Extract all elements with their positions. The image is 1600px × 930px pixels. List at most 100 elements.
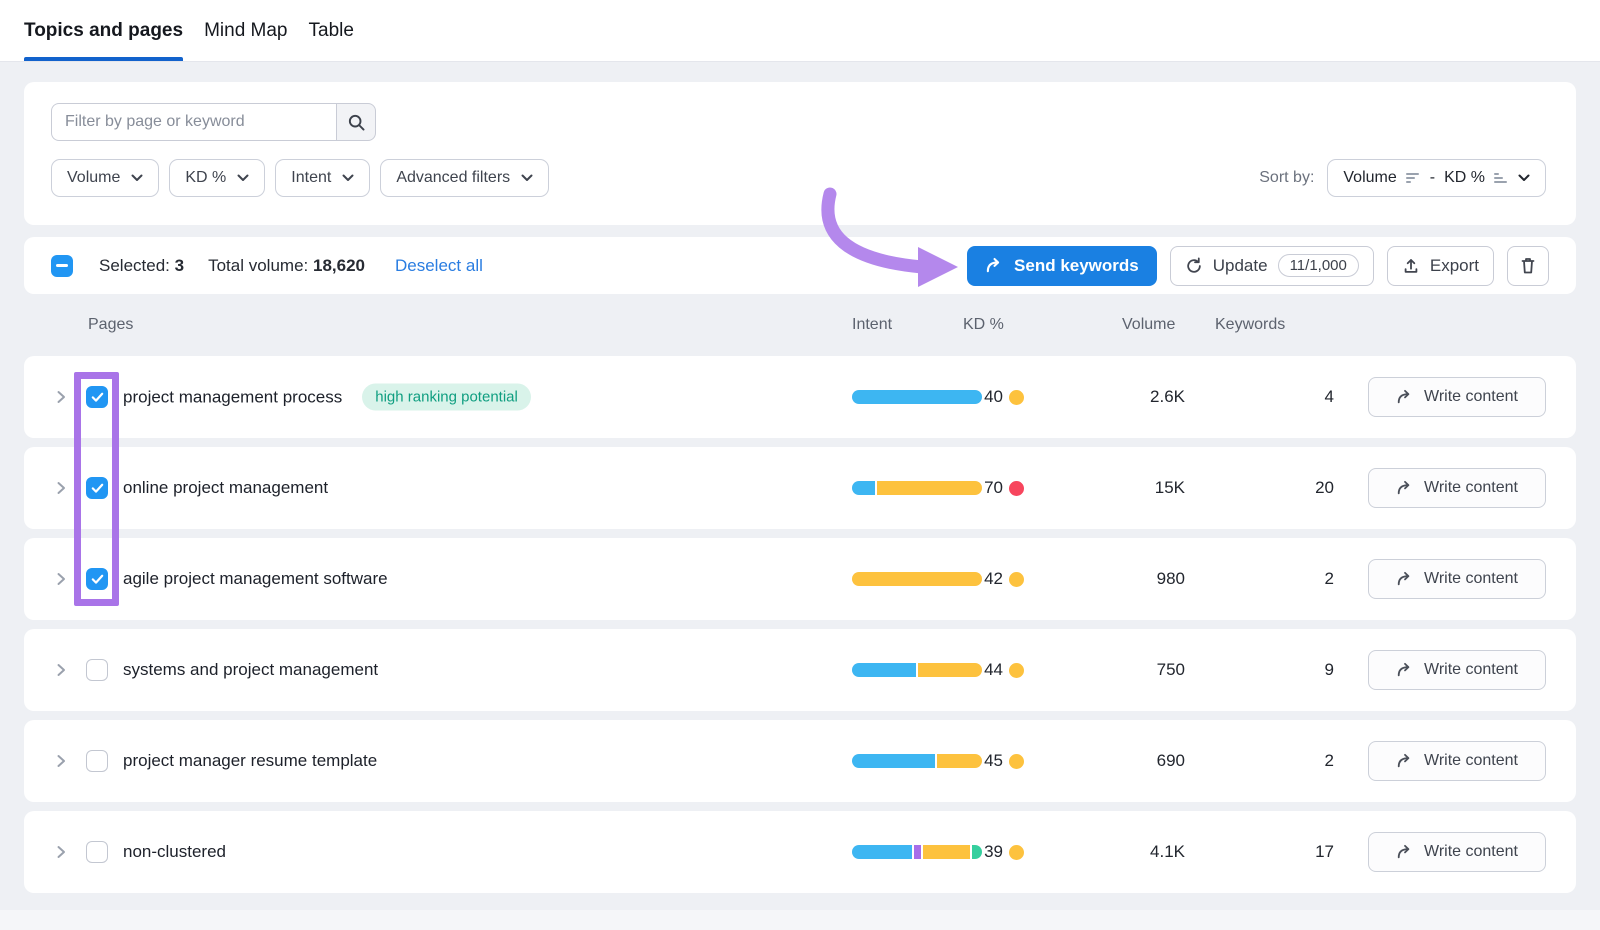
kd-cell: 40 <box>944 387 1024 407</box>
kd-cell: 45 <box>944 751 1024 771</box>
keywords-count: 20 <box>1234 478 1334 498</box>
write-content-button[interactable]: Write content <box>1368 468 1546 508</box>
export-label: Export <box>1430 256 1479 276</box>
intent-segment <box>852 481 875 495</box>
search-group <box>51 103 376 141</box>
kd-value: 40 <box>984 387 1003 407</box>
sort-primary-value: Volume <box>1343 169 1396 187</box>
write-content-button[interactable]: Write content <box>1368 650 1546 690</box>
selected-count: 3 <box>175 256 184 275</box>
selected-label: Selected: <box>99 256 170 275</box>
bottom-strip <box>0 910 1600 930</box>
column-header-volume: Volume <box>1122 316 1175 334</box>
tab-mind-map[interactable]: Mind Map <box>204 0 287 61</box>
filter-kd-dropdown[interactable]: KD % <box>169 159 265 197</box>
write-content-button[interactable]: Write content <box>1368 741 1546 781</box>
update-button[interactable]: Update 11/1,000 <box>1170 246 1374 286</box>
write-content-button[interactable]: Write content <box>1368 377 1546 417</box>
total-volume-label: Total volume: <box>208 256 308 275</box>
expand-chevron-icon[interactable] <box>54 480 70 496</box>
intent-segment <box>852 845 912 859</box>
filter-panel: Volume KD % Intent Advanced filters Sort… <box>24 82 1576 225</box>
intent-segment <box>852 754 935 768</box>
table-row: project management process high ranking … <box>24 356 1576 438</box>
filter-intent-label: Intent <box>291 169 331 187</box>
share-arrow-icon <box>1396 843 1414 861</box>
kd-value: 39 <box>984 842 1003 862</box>
expand-chevron-icon[interactable] <box>54 389 70 405</box>
write-content-label: Write content <box>1424 752 1518 770</box>
ranking-potential-badge: high ranking potential <box>362 384 531 411</box>
row-checkbox[interactable] <box>86 568 108 590</box>
keywords-count: 2 <box>1234 751 1334 771</box>
sort-group: Sort by: Volume - KD % <box>1259 159 1546 197</box>
row-label-group: systems and project management <box>123 660 378 680</box>
write-content-button[interactable]: Write content <box>1368 832 1546 872</box>
sort-descending-icon <box>1406 172 1421 184</box>
volume-value: 980 <box>1060 569 1185 589</box>
share-arrow-icon <box>1396 388 1414 406</box>
sort-select[interactable]: Volume - KD % <box>1327 159 1546 197</box>
search-button[interactable] <box>336 103 376 141</box>
kd-value: 44 <box>984 660 1003 680</box>
filter-pills: Volume KD % Intent Advanced filters <box>51 159 549 197</box>
expand-chevron-icon[interactable] <box>54 844 70 860</box>
row-checkbox[interactable] <box>86 750 108 772</box>
column-header-keywords: Keywords <box>1215 316 1285 334</box>
table-row: systems and project management 44 750 9 … <box>24 629 1576 711</box>
row-checkbox[interactable] <box>86 477 108 499</box>
table-row: online project management 70 15K 20 Writ… <box>24 447 1576 529</box>
share-arrow-icon <box>1396 661 1414 679</box>
table-row: non-clustered 39 4.1K 17 Write content <box>24 811 1576 893</box>
write-content-button[interactable]: Write content <box>1368 559 1546 599</box>
row-checkbox[interactable] <box>86 841 108 863</box>
keywords-count: 4 <box>1234 387 1334 407</box>
volume-value: 15K <box>1060 478 1185 498</box>
kd-cell: 39 <box>944 842 1024 862</box>
update-label: Update <box>1213 256 1268 276</box>
kd-value: 42 <box>984 569 1003 589</box>
filter-volume-dropdown[interactable]: Volume <box>51 159 159 197</box>
expand-chevron-icon[interactable] <box>54 753 70 769</box>
send-keywords-button[interactable]: Send keywords <box>967 246 1157 286</box>
row-label-group: online project management <box>123 478 328 498</box>
rows: project management process high ranking … <box>24 356 1576 902</box>
column-header-intent: Intent <box>852 316 892 334</box>
tab-table[interactable]: Table <box>309 0 354 61</box>
kd-difficulty-dot <box>1009 481 1024 496</box>
tab-mind-map-label: Mind Map <box>204 20 287 42</box>
selected-count-text: Selected: 3 <box>99 256 184 276</box>
total-volume-value: 18,620 <box>313 256 365 275</box>
active-tab-underline <box>24 57 183 61</box>
expand-chevron-icon[interactable] <box>54 571 70 587</box>
filter-volume-label: Volume <box>67 169 120 187</box>
trash-icon <box>1519 256 1537 275</box>
row-checkbox[interactable] <box>86 386 108 408</box>
tab-topics-and-pages[interactable]: Topics and pages <box>24 0 183 61</box>
write-content-label: Write content <box>1424 570 1518 588</box>
page-label: systems and project management <box>123 660 378 680</box>
column-header-kd: KD % <box>963 316 1004 334</box>
write-content-label: Write content <box>1424 661 1518 679</box>
filter-intent-dropdown[interactable]: Intent <box>275 159 370 197</box>
kd-difficulty-dot <box>1009 845 1024 860</box>
kd-difficulty-dot <box>1009 390 1024 405</box>
deselect-all-link[interactable]: Deselect all <box>395 256 483 276</box>
sort-by-label: Sort by: <box>1259 169 1314 187</box>
share-arrow-icon <box>1396 570 1414 588</box>
select-all-checkbox-indeterminate[interactable] <box>51 255 73 277</box>
filter-advanced-dropdown[interactable]: Advanced filters <box>380 159 549 197</box>
chevron-down-icon <box>521 174 533 182</box>
volume-value: 750 <box>1060 660 1185 680</box>
row-checkbox[interactable] <box>86 659 108 681</box>
volume-value: 2.6K <box>1060 387 1185 407</box>
search-input[interactable] <box>51 103 336 141</box>
keywords-count: 2 <box>1234 569 1334 589</box>
export-button[interactable]: Export <box>1387 246 1494 286</box>
expand-chevron-icon[interactable] <box>54 662 70 678</box>
main-panel: Volume KD % Intent Advanced filters Sort… <box>0 62 1600 930</box>
sort-secondary-value: KD % <box>1444 169 1485 187</box>
chevron-down-icon <box>131 174 143 182</box>
delete-button[interactable] <box>1507 246 1549 286</box>
chevron-down-icon <box>237 174 249 182</box>
